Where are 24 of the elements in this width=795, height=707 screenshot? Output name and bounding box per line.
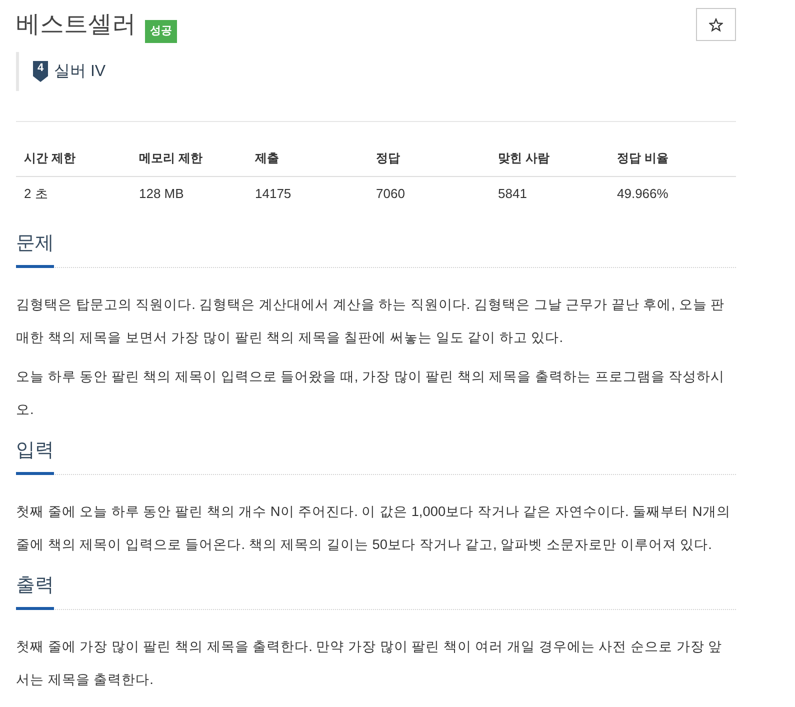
table-cell: 14175 [247, 176, 368, 211]
column-header: 정답 비율 [609, 140, 736, 176]
column-header: 시간 제한 [16, 140, 131, 176]
table-cell: 7060 [368, 176, 490, 211]
tier-name[interactable]: 실버 IV [54, 62, 106, 82]
paragraph-text: 첫째 줄에 가장 많이 팔린 책의 제목을 출력한다. 만약 가장 많이 팔린 책이 여러 개일 경우에는 사전 순으로 가장 앞서는 제목을 출력한다. [16, 638, 724, 689]
result-badge: 성공 [145, 20, 177, 43]
column-header: 맞힌 사람 [490, 140, 609, 176]
section-heading: 출력 [16, 571, 54, 610]
table-cell: 128 MB [131, 176, 247, 211]
page-title: 베스트셀러 [16, 10, 136, 40]
paragraph-text: 첫째 줄에 오늘 하루 동안 팔린 책의 개수 N이 주어진다. 이 값은 1,000보다 작거나 같은 자연수이다. 둘째부터 N개의 줄에 책의 제목이 입력으로 들어온다. 책의 제목의 길이는 50보다 작거나 같고, 알파벳 소문자로만 이루어져 있다. [16, 503, 732, 554]
table-cell: 49.966% [609, 176, 736, 211]
star-button[interactable] [696, 8, 736, 41]
column-header: 메모리 제한 [131, 140, 247, 176]
column-header: 제출 [247, 140, 368, 176]
section-heading: 입력 [16, 436, 54, 475]
column-header: 정답 [368, 140, 490, 176]
section-heading: 문제 [16, 229, 54, 268]
paragraph-text: 김형택은 탑문고의 직원이다. 김형택은 계산대에서 계산을 하는 직원이다. 김형택은 그날 근무가 끝난 후에, 오늘 판매한 책의 제목을 보면서 가장 많이 팔린 책의 제목을 칠판에 써놓는 일도 같이 하고 있다. [16, 296, 726, 347]
table-cell: 5841 [490, 176, 609, 211]
tier-badge: 4 [33, 61, 48, 82]
paragraph-text: 오늘 하루 동안 팔린 책의 제목이 입력으로 들어왔을 때, 가장 많이 팔린 책의 제목을 출력하는 프로그램을 작성하시오. [16, 368, 726, 419]
table-cell: 2 초 [16, 176, 131, 211]
